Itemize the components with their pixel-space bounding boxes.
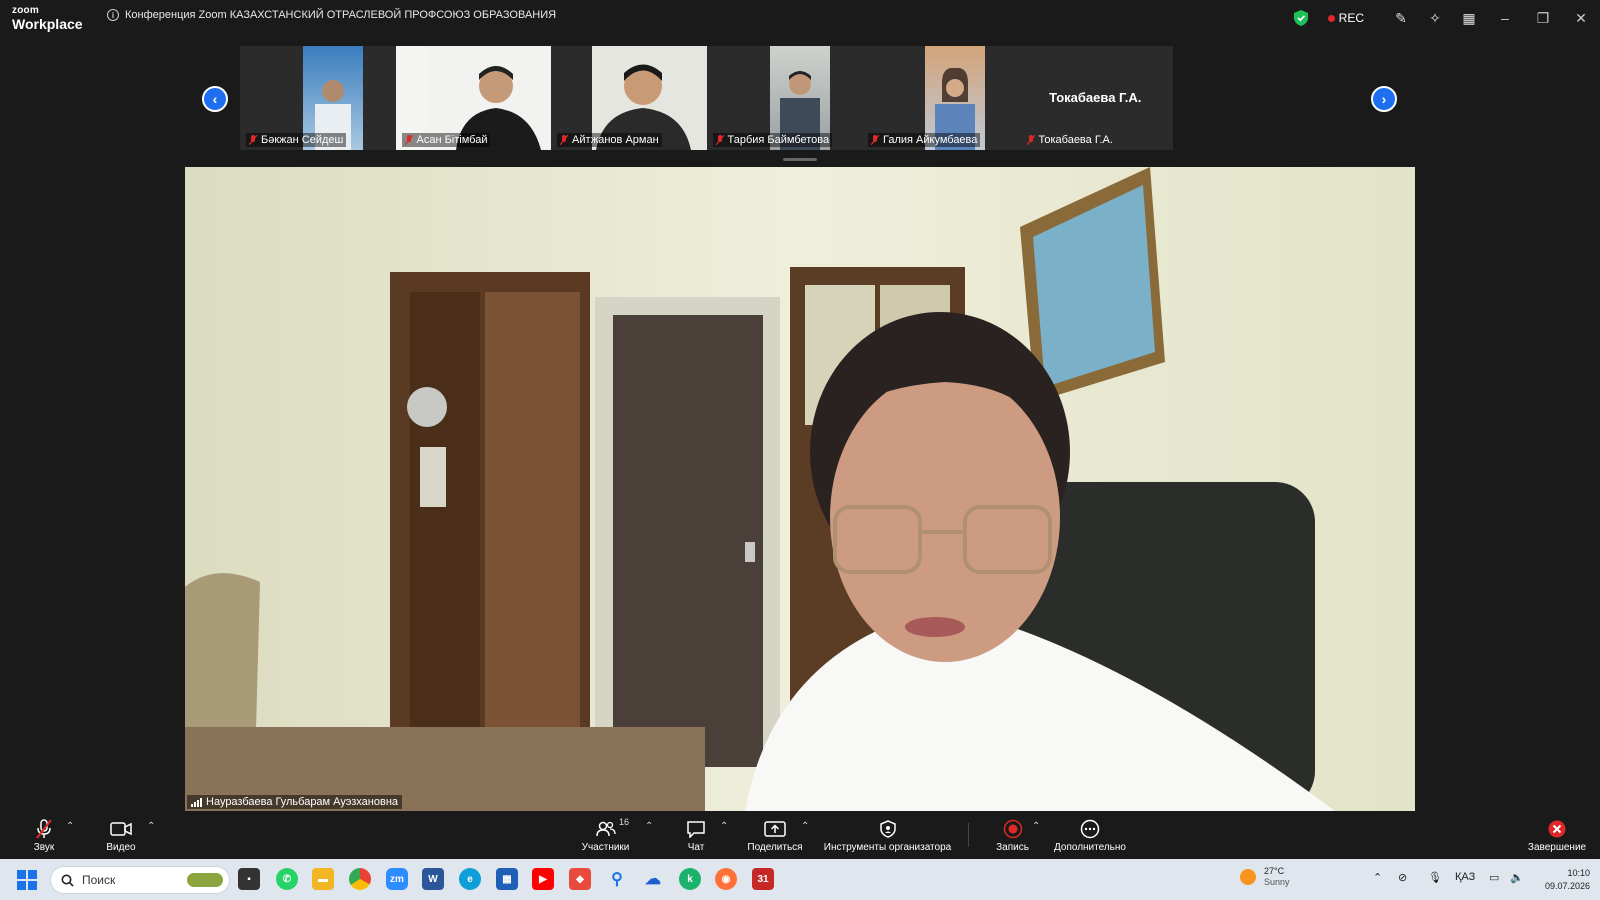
participant-display-name: Токабаева Г.А. [1049,90,1142,105]
mic-muted-icon [871,135,879,145]
next-page-button[interactable]: › [1371,86,1397,112]
mic-muted-icon [560,135,568,145]
more-ellipsis-icon [1080,818,1100,840]
participant-tile[interactable]: Тарбия Баймбетова [706,46,862,150]
participant-name-label: Айтжанов Арман [557,133,662,147]
view-layout-icon[interactable]: ▦ [1452,0,1486,36]
share-screen-button[interactable]: Поделиться [745,811,805,859]
participant-tile[interactable]: Бәкжан Сейдеш [240,46,396,150]
participant-name-label: Галия Айкумбаева [868,133,981,147]
strip-resize-handle[interactable] [783,158,817,161]
participant-name-label: Асан Бітімбай [401,133,491,147]
participant-tile[interactable]: Асан Бітімбай [395,46,551,150]
meeting-info[interactable]: i Конференция Zoom КАЗАХСТАНСКИЙ ОТРАСЛЕ… [107,9,556,21]
participant-tile[interactable]: Токабаева Г.А. Токабаева Г.А. [1017,46,1173,150]
participant-name-label: Токабаева Г.А. [1024,133,1116,147]
connection-signal-icon [191,797,202,807]
participant-tile[interactable]: Айтжанов Арман [551,46,707,150]
keyboard-language[interactable]: ҚАЗ [1455,871,1475,883]
firefox-icon[interactable]: ◉ [715,868,737,890]
edge-icon[interactable]: e [459,868,481,890]
info-icon[interactable]: i [107,9,119,21]
mic-muted-icon [715,135,724,145]
record-options-chevron-icon[interactable]: ⌃ [1032,821,1040,832]
search-icon [61,874,74,887]
zoom-logo: zoom Workplace [12,5,83,32]
toolbar-divider [968,823,969,847]
record-icon [1003,818,1023,840]
network-off-icon[interactable]: ⊘ [1398,871,1407,884]
calendar-app-icon[interactable]: 31 [752,868,774,890]
video-options-chevron-icon[interactable]: ⌃ [147,821,155,832]
volume-icon[interactable]: 🔈 [1510,871,1524,884]
chrome-icon[interactable] [349,868,371,890]
windows-taskbar: Поиск ▪ ✆ ▬ zm W e ▦ ▶ ◆ ⚲ ☁ k ◉ 31 27°C… [0,859,1600,900]
taskbar-search-box[interactable]: Поиск [50,866,230,894]
end-meeting-icon [1548,818,1566,840]
ai-companion-icon[interactable]: ✧ [1418,0,1452,36]
task-view-icon[interactable]: ▪ [238,868,260,890]
tray-overflow-chevron-icon[interactable]: ⌃ [1373,871,1382,884]
mic-muted-icon [1026,135,1035,145]
share-screen-icon [764,818,786,840]
recording-indicator[interactable]: REC [1327,11,1364,25]
weather-widget[interactable]: 27°C Sunny [1240,866,1290,889]
onedrive-icon[interactable]: ☁ [642,868,664,890]
mic-muted-icon [35,818,53,840]
more-button[interactable]: Дополнительно [1050,811,1130,859]
file-explorer-icon[interactable]: ▬ [312,868,334,890]
meeting-title: Конференция Zoom КАЗАХСТАНСКИЙ ОТРАСЛЕВО… [125,9,557,21]
microsoft-store-icon[interactable]: ▦ [496,868,518,890]
chat-options-chevron-icon[interactable]: ⌃ [720,821,728,832]
speaker-video-frame [185,167,1415,811]
video-button[interactable]: Видео [100,811,142,859]
active-speaker-video[interactable]: Науразбаева Гульбарам Ауэзхановна [185,167,1415,811]
participants-options-chevron-icon[interactable]: ⌃ [645,821,653,832]
mic-muted-icon [249,135,257,145]
title-bar: zoom Workplace i Конференция Zoom КАЗАХС… [0,0,1600,36]
restore-button[interactable]: ❐ [1524,0,1562,36]
search-highlight-icon [187,873,223,887]
previous-page-button[interactable]: ‹ [202,86,228,112]
participants-icon [595,818,616,840]
audio-button[interactable]: Звук [24,811,64,859]
chat-button[interactable]: Чат [680,811,712,859]
share-options-chevron-icon[interactable]: ⌃ [801,821,809,832]
microphone-icon[interactable]: 🎙 [1428,871,1442,884]
speaker-name-label: Науразбаева Гульбарам Ауэзхановна [187,795,403,809]
chat-bubble-icon [686,818,706,840]
mic-muted-icon [404,135,413,145]
host-tools-button[interactable]: Инструменты организатора [820,811,955,859]
annotate-icon[interactable]: ✎ [1384,0,1418,36]
participants-count: 16 [619,817,630,827]
host-shield-icon [879,818,896,840]
video-camera-icon [110,818,132,840]
maps-pin-icon[interactable]: ⚲ [606,868,628,890]
anydesk-icon[interactable]: ◆ [569,868,591,890]
kaspersky-icon[interactable]: k [679,868,701,890]
audio-options-chevron-icon[interactable]: ⌃ [66,821,74,832]
participant-strip: Бәкжан Сейдеш Асан Бітімбай Айтжанов Арм… [240,46,1173,150]
whatsapp-icon[interactable]: ✆ [276,868,298,890]
participant-tile[interactable]: Галия Айкумбаева [862,46,1018,150]
rec-dot-icon [1327,14,1335,22]
minimize-button[interactable]: – [1486,0,1524,36]
youtube-icon[interactable]: ▶ [532,868,554,890]
security-shield-icon[interactable] [1293,10,1308,26]
meeting-toolbar: Звук ⌃ Видео ⌃ Участники 16 ⌃ Чат ⌃ Поде… [0,811,1600,859]
participant-name-label: Тарбия Баймбетова [712,133,833,147]
end-meeting-button[interactable]: Завершение [1525,811,1589,859]
system-clock[interactable]: 10:10 09.07.2026 [1530,867,1590,892]
sun-icon [1240,869,1256,886]
zoom-app-icon[interactable]: zm [386,868,408,890]
record-button[interactable]: Запись [990,811,1035,859]
display-icon[interactable]: ▭ [1489,871,1499,884]
close-button[interactable]: ✕ [1562,0,1600,36]
windows-start-icon[interactable] [17,870,37,890]
participant-name-label: Бәкжан Сейдеш [246,133,347,147]
word-icon[interactable]: W [422,868,444,890]
